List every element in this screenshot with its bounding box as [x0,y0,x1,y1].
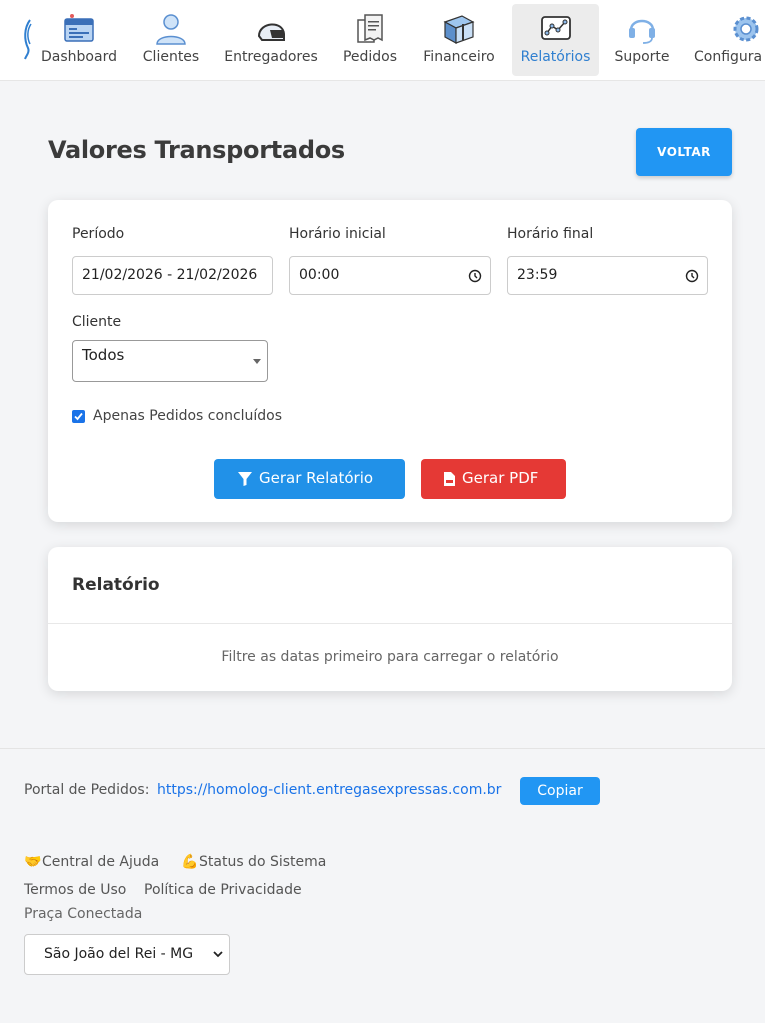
handshake-icon: 🤝 [24,854,42,870]
helmet-icon [257,23,285,41]
flexed-biceps-icon: 💪 [181,854,199,870]
horario-inicial-field[interactable]: 00:00 [289,256,491,295]
headset-icon [629,19,655,44]
back-button[interactable]: VOLTAR [636,128,732,176]
horario-inicial-label: Horário inicial [289,226,386,242]
praca-label: Praça Conectada [24,906,143,922]
page-title: Valores Transportados [48,136,345,164]
nav-label-dashboard: Dashboard [41,49,117,65]
apenas-concluidos-checkbox[interactable] [72,410,85,423]
nav-item-dashboard[interactable]: Dashboard [36,4,122,76]
report-divider [48,623,732,624]
checkmark-icon [74,412,83,421]
chart-icon [540,16,571,40]
horario-final-label: Horário final [507,226,594,242]
nav-label-financeiro: Financeiro [423,49,495,65]
nav-label-pedidos: Pedidos [342,49,398,65]
nav-item-entregadores[interactable]: Entregadores [220,4,322,76]
nav-label-relatorios: Relatórios [520,49,591,65]
nav-item-configuracoes[interactable]: Configura [690,4,765,76]
system-status-label: Status do Sistema [199,854,327,870]
terms-link[interactable]: Termos de Uso [24,882,126,898]
periodo-label: Período [72,226,125,242]
horario-inicial-value: 00:00 [299,267,340,283]
copy-button[interactable]: Copiar [520,777,600,805]
nav-item-clientes[interactable]: Clientes [136,4,206,76]
money-stack-icon [443,15,475,45]
nav-item-pedidos[interactable]: Pedidos [338,4,402,76]
portal-link[interactable]: https://homolog-client.entregasexpressas… [157,782,501,798]
horario-final-value: 23:59 [517,267,558,283]
gerar-pdf-label: Gerar PDF [462,469,539,487]
clock-icon[interactable] [468,269,482,283]
nav-item-financeiro[interactable]: Financeiro [418,4,500,76]
report-title: Relatório [72,575,160,595]
horario-final-field[interactable]: 23:59 [507,256,708,295]
receipt-icon [357,14,383,43]
nav-label-configuracoes: Configura [694,49,763,65]
praca-select[interactable]: São João del Rei - MG [24,934,230,975]
filter-icon [238,472,252,486]
help-center-label: Central de Ajuda [42,854,160,870]
filter-card: Período 21/02/2026 - 21/02/2026 Horário … [48,200,732,522]
privacy-link[interactable]: Política de Privacidade [144,882,302,898]
dashboard-icon [64,14,94,42]
logo-icon [24,19,32,60]
cliente-select[interactable]: Todos [72,340,268,382]
gerar-relatorio-button[interactable]: Gerar Relatório [214,459,405,499]
nav-label-suporte: Suporte [614,49,670,65]
portal-label: Portal de Pedidos: [24,782,150,798]
help-center-link[interactable]: 🤝Central de Ajuda [24,854,159,870]
chevron-down-icon [253,359,261,364]
footer-divider [0,748,765,749]
report-empty-message: Filtre as datas primeiro para carregar o… [221,649,559,665]
gerar-relatorio-label: Gerar Relatório [259,469,374,487]
nav-label-clientes: Clientes [142,49,200,65]
chevron-down-icon [213,951,223,958]
top-navigation: Dashboard Clientes Entregadores Pedidos [0,0,765,81]
periodo-field[interactable]: 21/02/2026 - 21/02/2026 [72,256,273,295]
gear-icon [733,16,759,42]
gerar-pdf-button[interactable]: Gerar PDF [421,459,566,499]
system-status-link[interactable]: 💪Status do Sistema [181,854,326,870]
nav-label-entregadores: Entregadores [224,49,318,65]
apenas-concluidos-label[interactable]: Apenas Pedidos concluídos [93,408,282,424]
praca-value: São João del Rei - MG [44,946,194,962]
pdf-file-icon [444,472,455,486]
nav-item-suporte[interactable]: Suporte [610,4,674,76]
report-card: Relatório Filtre as datas primeiro para … [48,547,732,691]
cliente-value: Todos [82,346,125,364]
clock-icon[interactable] [685,269,699,283]
periodo-value: 21/02/2026 - 21/02/2026 [82,267,258,283]
nav-item-relatorios[interactable]: Relatórios [512,4,599,76]
user-icon [156,14,186,45]
cliente-label: Cliente [72,314,122,330]
